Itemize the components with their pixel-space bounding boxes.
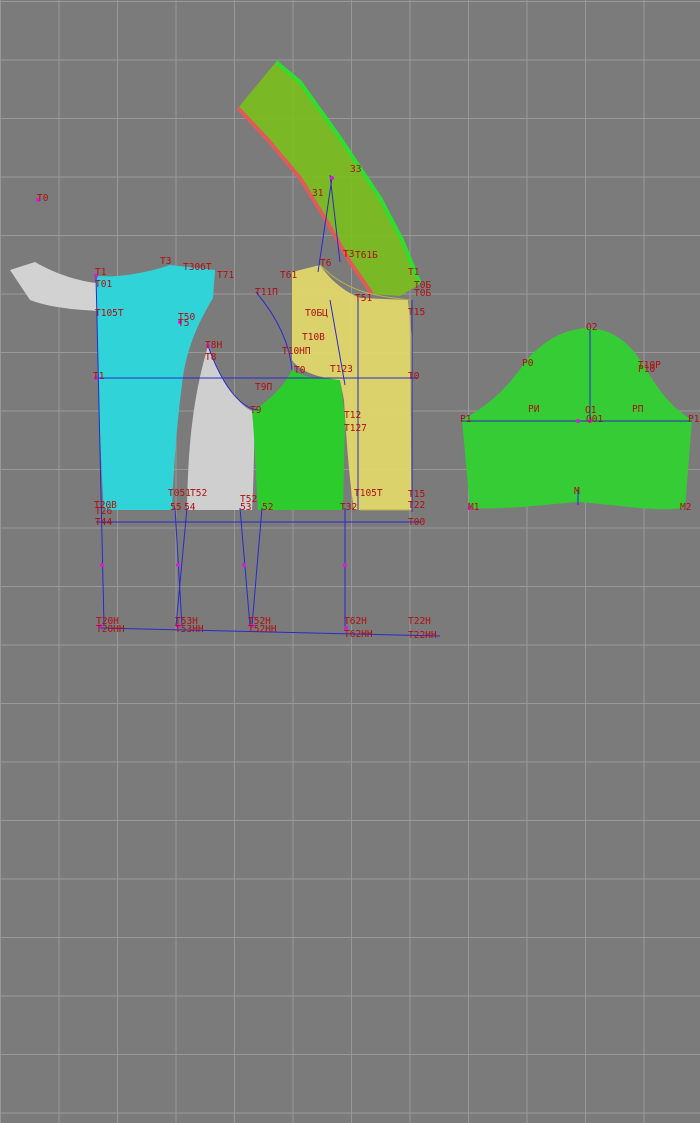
- label-ri: PИ: [528, 404, 540, 415]
- label-t00: T00: [408, 517, 425, 528]
- label-t53nn: T53НН: [175, 624, 204, 635]
- label-rp: PП: [632, 404, 644, 415]
- label-t105t: T105Т: [95, 308, 124, 319]
- label-m: M: [574, 486, 580, 497]
- label-t9: T9: [250, 405, 262, 416]
- label-tpv: T0Б: [414, 288, 431, 299]
- label-t10np: T10НП: [282, 346, 311, 357]
- label-t0: T0: [37, 193, 49, 204]
- label-t55: 55: [170, 502, 181, 513]
- label-r0: P0: [522, 358, 534, 369]
- label-t54: 54: [184, 502, 196, 513]
- label-o2: O2: [586, 322, 597, 333]
- label-t33: 33: [350, 164, 361, 175]
- label-t22n: T22Н: [408, 616, 431, 627]
- label-t8n: T8Н: [205, 340, 222, 351]
- label-t9p: T9П: [255, 382, 272, 393]
- label-t52nn: T52НН: [248, 624, 277, 635]
- label-t23: T123: [330, 364, 353, 375]
- label-t3top: T3: [343, 249, 354, 260]
- pattern-drawing[interactable]: T0 T1 T01 T3 T30бТ T71 T105Т T50 T5 T8Н …: [0, 0, 700, 1123]
- label-t22nn: T22НН: [408, 630, 437, 641]
- label-t15: T15: [408, 307, 425, 318]
- label-r0e: P10: [638, 364, 655, 375]
- label-t3: T3: [160, 256, 171, 267]
- label-t51: T51: [355, 293, 372, 304]
- sleeve-piece[interactable]: [462, 328, 692, 510]
- label-tdd: T44: [95, 517, 112, 528]
- label-t61: T61: [280, 270, 297, 281]
- label-t1r: T1: [408, 267, 420, 278]
- label-t26: T26: [95, 506, 112, 517]
- label-t11p: T11П: [255, 287, 278, 298]
- label-t15b: T15: [408, 489, 425, 500]
- label-t62nn: T62НН: [344, 629, 373, 640]
- label-t1l: T1: [93, 371, 105, 382]
- label-t20nn: T20НН: [96, 624, 125, 635]
- label-o01: O01: [586, 414, 603, 425]
- label-t01: T01: [95, 279, 112, 290]
- label-t52: T52: [190, 488, 207, 499]
- label-t14: T12: [344, 410, 361, 421]
- label-t51t: T051: [168, 488, 191, 499]
- label-r1: P1: [460, 414, 472, 425]
- label-t31: 31: [312, 188, 324, 199]
- label-t62n: T62Н: [344, 616, 367, 627]
- label-tdbc: T0БЦ: [305, 308, 328, 319]
- label-r1r: P1: [688, 414, 700, 425]
- label-t27: T127: [344, 423, 367, 434]
- label-t10v: T10В: [302, 332, 325, 343]
- side-piece[interactable]: [187, 346, 255, 510]
- label-m2: M2: [680, 502, 691, 513]
- label-t61b: T61Б: [355, 250, 378, 261]
- label-m1: M1: [468, 502, 480, 513]
- label-t8: T8: [205, 352, 217, 363]
- label-t3ok: T30бТ: [183, 262, 212, 273]
- label-t1: T1: [95, 267, 107, 278]
- label-t0p: T0: [294, 365, 306, 376]
- label-t6: T6: [320, 258, 332, 269]
- label-t71: T71: [217, 270, 234, 281]
- label-t32: T32: [340, 502, 357, 513]
- label-t52b: 52: [262, 502, 273, 513]
- label-t0-right: T0: [408, 371, 420, 382]
- label-t5: T5: [178, 318, 189, 329]
- label-t53: 53: [240, 502, 251, 513]
- label-t105: T105Т: [354, 488, 383, 499]
- label-t22: T22: [408, 500, 425, 511]
